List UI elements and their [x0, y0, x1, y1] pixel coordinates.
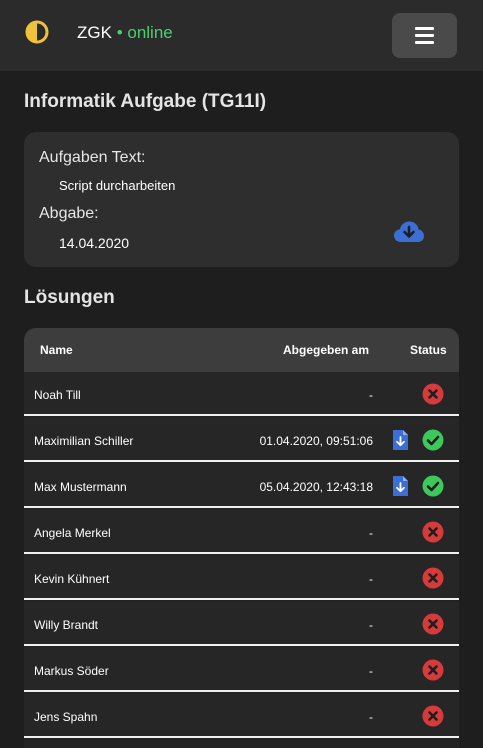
student-name: Noah Till	[34, 388, 81, 402]
student-name: Willy Brandt	[34, 618, 99, 632]
check-circle-icon	[422, 475, 444, 497]
table-header: Name Abgegeben am Status	[24, 328, 459, 372]
submitted-at: 01.04.2020, 09:51:06	[259, 434, 373, 448]
submitted-at: -	[369, 388, 373, 402]
theme-toggle-icon[interactable]	[25, 20, 49, 44]
student-name: Jens Spahn	[34, 710, 98, 724]
hamburger-icon	[415, 27, 434, 30]
student-name: Maximilian Schiller	[34, 434, 134, 448]
x-circle-icon	[422, 567, 444, 589]
table-row[interactable]: Kevin Kühnert -	[24, 556, 459, 600]
online-status: online	[127, 23, 173, 42]
task-text-value: Script durcharbeiten	[59, 178, 176, 193]
file-download-icon[interactable]	[392, 429, 409, 451]
x-circle-icon	[422, 705, 444, 727]
table-row[interactable]: Max Mustermann 05.04.2020, 12:43:18	[24, 464, 459, 508]
solutions-title: Lösungen	[24, 287, 115, 308]
table-row[interactable]: Markus Söder -	[24, 648, 459, 692]
column-header-name[interactable]: Name	[40, 343, 73, 357]
table-row[interactable]: Maximilian Schiller 01.04.2020, 09:51:06	[24, 418, 459, 462]
table-row[interactable]: Noah Till -	[24, 372, 459, 416]
column-header-status[interactable]: Status	[410, 343, 447, 357]
submitted-at: 05.04.2020, 12:43:18	[259, 480, 373, 494]
x-circle-icon	[422, 613, 444, 635]
check-circle-icon	[422, 429, 444, 451]
file-download-icon[interactable]	[392, 475, 409, 497]
submitted-at: -	[369, 526, 373, 540]
solutions-table: Name Abgegeben am Status Noah Till - Maxim…	[24, 328, 459, 748]
submitted-at: -	[369, 710, 373, 724]
student-name: Max Mustermann	[34, 480, 127, 494]
page-title: Informatik Aufgabe (TG11I)	[24, 91, 267, 112]
column-header-submitted[interactable]: Abgegeben am	[283, 343, 369, 357]
student-name: Markus Söder	[34, 664, 109, 678]
student-name: Kevin Kühnert	[34, 572, 110, 586]
x-circle-icon	[422, 659, 444, 681]
hamburger-icon-bar	[415, 34, 434, 37]
submitted-at: -	[369, 572, 373, 586]
brand-name: ZGK	[77, 23, 112, 42]
submitted-at: -	[369, 664, 373, 678]
status-dot: •	[116, 23, 123, 42]
table-row[interactable]: Willy Brandt -	[24, 602, 459, 646]
due-label: Abgabe:	[39, 205, 99, 222]
task-card: Aufgaben Text: Script durcharbeiten Abga…	[24, 132, 459, 267]
student-name: Angela Merkel	[34, 526, 111, 540]
table-row[interactable]: Jens Spahn -	[24, 694, 459, 738]
hamburger-icon-bar	[415, 41, 434, 44]
menu-button[interactable]	[392, 13, 457, 58]
cloud-download-icon[interactable]	[393, 220, 425, 244]
task-text-label: Aufgaben Text:	[39, 149, 146, 166]
table-row[interactable]: Angela Merkel -	[24, 510, 459, 554]
due-date: 14.04.2020	[59, 235, 130, 251]
brand[interactable]: ZGK • online	[77, 23, 173, 43]
submitted-at: -	[369, 618, 373, 632]
x-circle-icon	[422, 521, 444, 543]
navbar: ZGK • online	[0, 0, 483, 71]
x-circle-icon	[422, 383, 444, 405]
